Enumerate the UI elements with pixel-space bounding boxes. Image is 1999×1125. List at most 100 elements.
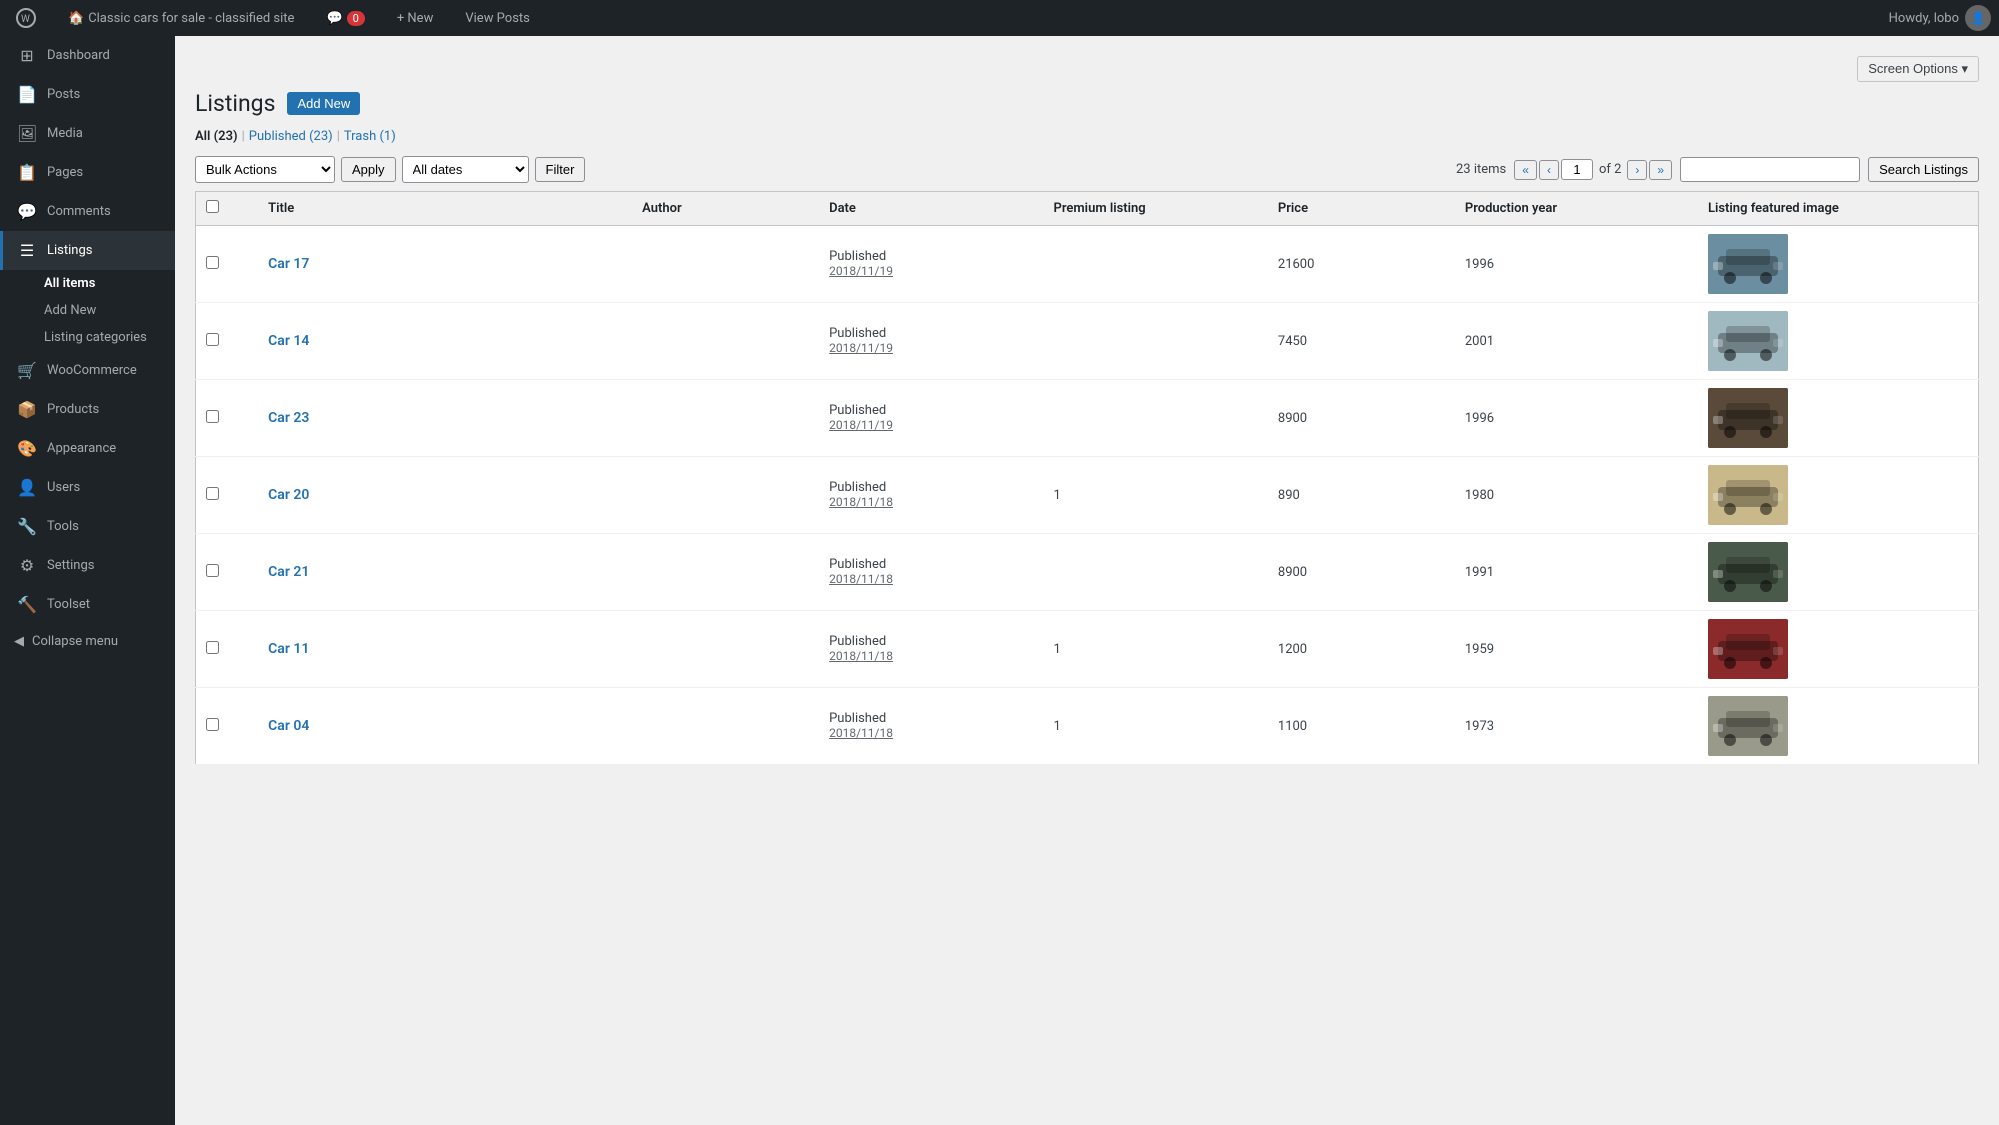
comments-link[interactable]: 💬 0 xyxy=(318,11,372,26)
apply-button[interactable]: Apply xyxy=(341,157,396,182)
col-header-premium[interactable]: Premium listing xyxy=(1044,192,1268,226)
status-link-published[interactable]: Published (23) xyxy=(249,129,333,144)
new-content-link[interactable]: + New xyxy=(389,11,442,26)
submenu-item-add-new[interactable]: Add New xyxy=(0,297,175,324)
post-title-link[interactable]: Car 21 xyxy=(268,564,309,580)
col-header-title[interactable]: Title xyxy=(258,192,632,226)
cell-year: 1996 xyxy=(1455,226,1698,303)
sidebar-item-listings[interactable]: ☰ Listings xyxy=(0,231,175,270)
cell-featured-image xyxy=(1698,688,1979,765)
items-count: 23 items xyxy=(1456,162,1506,177)
submenu-item-listing-categories[interactable]: Listing categories xyxy=(0,324,175,351)
post-title-link[interactable]: Car 20 xyxy=(268,487,309,503)
cell-featured-image xyxy=(1698,457,1979,534)
cell-author xyxy=(632,303,819,380)
date-value[interactable]: 2018/11/18 xyxy=(829,572,893,586)
add-new-button[interactable]: Add New xyxy=(287,92,360,115)
row-checkbox[interactable] xyxy=(206,256,219,269)
sidebar-item-woocommerce[interactable]: 🛒 WooCommerce xyxy=(0,351,175,390)
sidebar-item-comments[interactable]: 💬 Comments xyxy=(0,192,175,231)
date-value[interactable]: 2018/11/19 xyxy=(829,341,893,355)
row-checkbox[interactable] xyxy=(206,564,219,577)
date-value[interactable]: 2018/11/19 xyxy=(829,418,893,432)
select-all-checkbox[interactable] xyxy=(206,200,219,213)
row-checkbox[interactable] xyxy=(206,410,219,423)
search-input[interactable] xyxy=(1680,157,1860,182)
filter-button[interactable]: Filter xyxy=(535,157,586,182)
sidebar-item-settings[interactable]: ⚙ Settings xyxy=(0,546,175,585)
user-greeting[interactable]: Howdy, lobo 👤 xyxy=(1889,5,1991,31)
col-header-check xyxy=(196,192,259,226)
post-title-link[interactable]: Car 04 xyxy=(268,718,309,734)
row-checkbox[interactable] xyxy=(206,641,219,654)
table-nav-top: Bulk Actions Edit Move to Trash Apply Al… xyxy=(195,156,1979,183)
sidebar-item-products[interactable]: 📦 Products xyxy=(0,390,175,429)
cell-year: 2001 xyxy=(1455,303,1698,380)
submenu-label: Listing categories xyxy=(44,330,147,345)
sidebar-item-toolset[interactable]: 🔨 Toolset xyxy=(0,585,175,624)
sidebar-item-media[interactable]: 🖼 Media xyxy=(0,114,175,153)
new-label: + New xyxy=(397,11,434,26)
screen-options-button[interactable]: Screen Options ▾ xyxy=(1857,56,1979,82)
search-btn-label: Search Listings xyxy=(1879,162,1968,177)
row-checkbox[interactable] xyxy=(206,718,219,731)
last-page-button[interactable]: » xyxy=(1649,160,1672,180)
site-name-link[interactable]: 🏠 Classic cars for sale - classified sit… xyxy=(60,11,302,26)
table-row: Car 17Published2018/11/19216001996 xyxy=(196,226,1979,303)
cell-premium: 1 xyxy=(1044,611,1268,688)
sidebar-item-dashboard[interactable]: ⊞ Dashboard xyxy=(0,36,175,75)
sidebar-item-appearance[interactable]: 🎨 Appearance xyxy=(0,429,175,468)
search-button[interactable]: Search Listings xyxy=(1868,157,1979,182)
cell-author xyxy=(632,226,819,303)
col-header-date[interactable]: Date xyxy=(819,192,1043,226)
collapse-menu-button[interactable]: ◀ Collapse menu xyxy=(0,624,175,659)
bulk-actions-select[interactable]: Bulk Actions Edit Move to Trash xyxy=(195,156,335,183)
col-header-author[interactable]: Author xyxy=(632,192,819,226)
post-title-link[interactable]: Car 23 xyxy=(268,410,309,426)
sidebar-item-label: Users xyxy=(47,480,80,495)
sidebar-item-tools[interactable]: 🔧 Tools xyxy=(0,507,175,546)
view-posts-link[interactable]: View Posts xyxy=(457,11,538,26)
table-row: Car 11Published2018/11/18112001959 xyxy=(196,611,1979,688)
submenu-item-all-items[interactable]: All items xyxy=(0,270,175,297)
post-title-link[interactable]: Car 17 xyxy=(268,256,309,272)
next-page-button[interactable]: › xyxy=(1627,160,1647,180)
row-checkbox[interactable] xyxy=(206,333,219,346)
status-link-all[interactable]: All (23) xyxy=(195,129,238,144)
first-page-button[interactable]: « xyxy=(1514,160,1537,180)
sidebar-item-users[interactable]: 👤 Users xyxy=(0,468,175,507)
status-link-trash[interactable]: Trash (1) xyxy=(344,129,396,144)
dates-filter-select[interactable]: All dates November 2018 October 2018 xyxy=(402,156,529,183)
sidebar-item-label: Posts xyxy=(47,87,80,102)
page-number-input[interactable] xyxy=(1561,159,1593,180)
cell-year: 1959 xyxy=(1455,611,1698,688)
cell-premium xyxy=(1044,534,1268,611)
sidebar-item-label: Products xyxy=(47,402,99,417)
cell-date: Published2018/11/18 xyxy=(819,688,1043,765)
prev-page-button[interactable]: ‹ xyxy=(1539,160,1559,180)
apply-label: Apply xyxy=(352,162,385,177)
date-value[interactable]: 2018/11/18 xyxy=(829,649,893,663)
listings-icon: ☰ xyxy=(17,241,37,260)
toolset-icon: 🔨 xyxy=(17,595,37,614)
sidebar-item-label: Appearance xyxy=(47,441,116,456)
table-row: Car 21Published2018/11/1889001991 xyxy=(196,534,1979,611)
date-value[interactable]: 2018/11/18 xyxy=(829,495,893,509)
filter-label: Filter xyxy=(546,162,575,177)
date-status: Published xyxy=(829,557,886,572)
wp-logo[interactable]: W xyxy=(8,8,44,28)
sidebar-item-pages[interactable]: 📋 Pages xyxy=(0,153,175,192)
cell-author xyxy=(632,380,819,457)
post-title-link[interactable]: Car 14 xyxy=(268,333,309,349)
date-value[interactable]: 2018/11/18 xyxy=(829,726,893,740)
sidebar-item-posts[interactable]: 📄 Posts xyxy=(0,75,175,114)
col-header-year[interactable]: Production year xyxy=(1455,192,1698,226)
col-header-price[interactable]: Price xyxy=(1268,192,1455,226)
col-header-image[interactable]: Listing featured image xyxy=(1698,192,1979,226)
site-name-text: Classic cars for sale - classified site xyxy=(88,11,294,26)
users-icon: 👤 xyxy=(17,478,37,497)
date-value[interactable]: 2018/11/19 xyxy=(829,264,893,278)
row-checkbox[interactable] xyxy=(206,487,219,500)
featured-image-thumb xyxy=(1708,234,1788,294)
post-title-link[interactable]: Car 11 xyxy=(268,641,309,657)
